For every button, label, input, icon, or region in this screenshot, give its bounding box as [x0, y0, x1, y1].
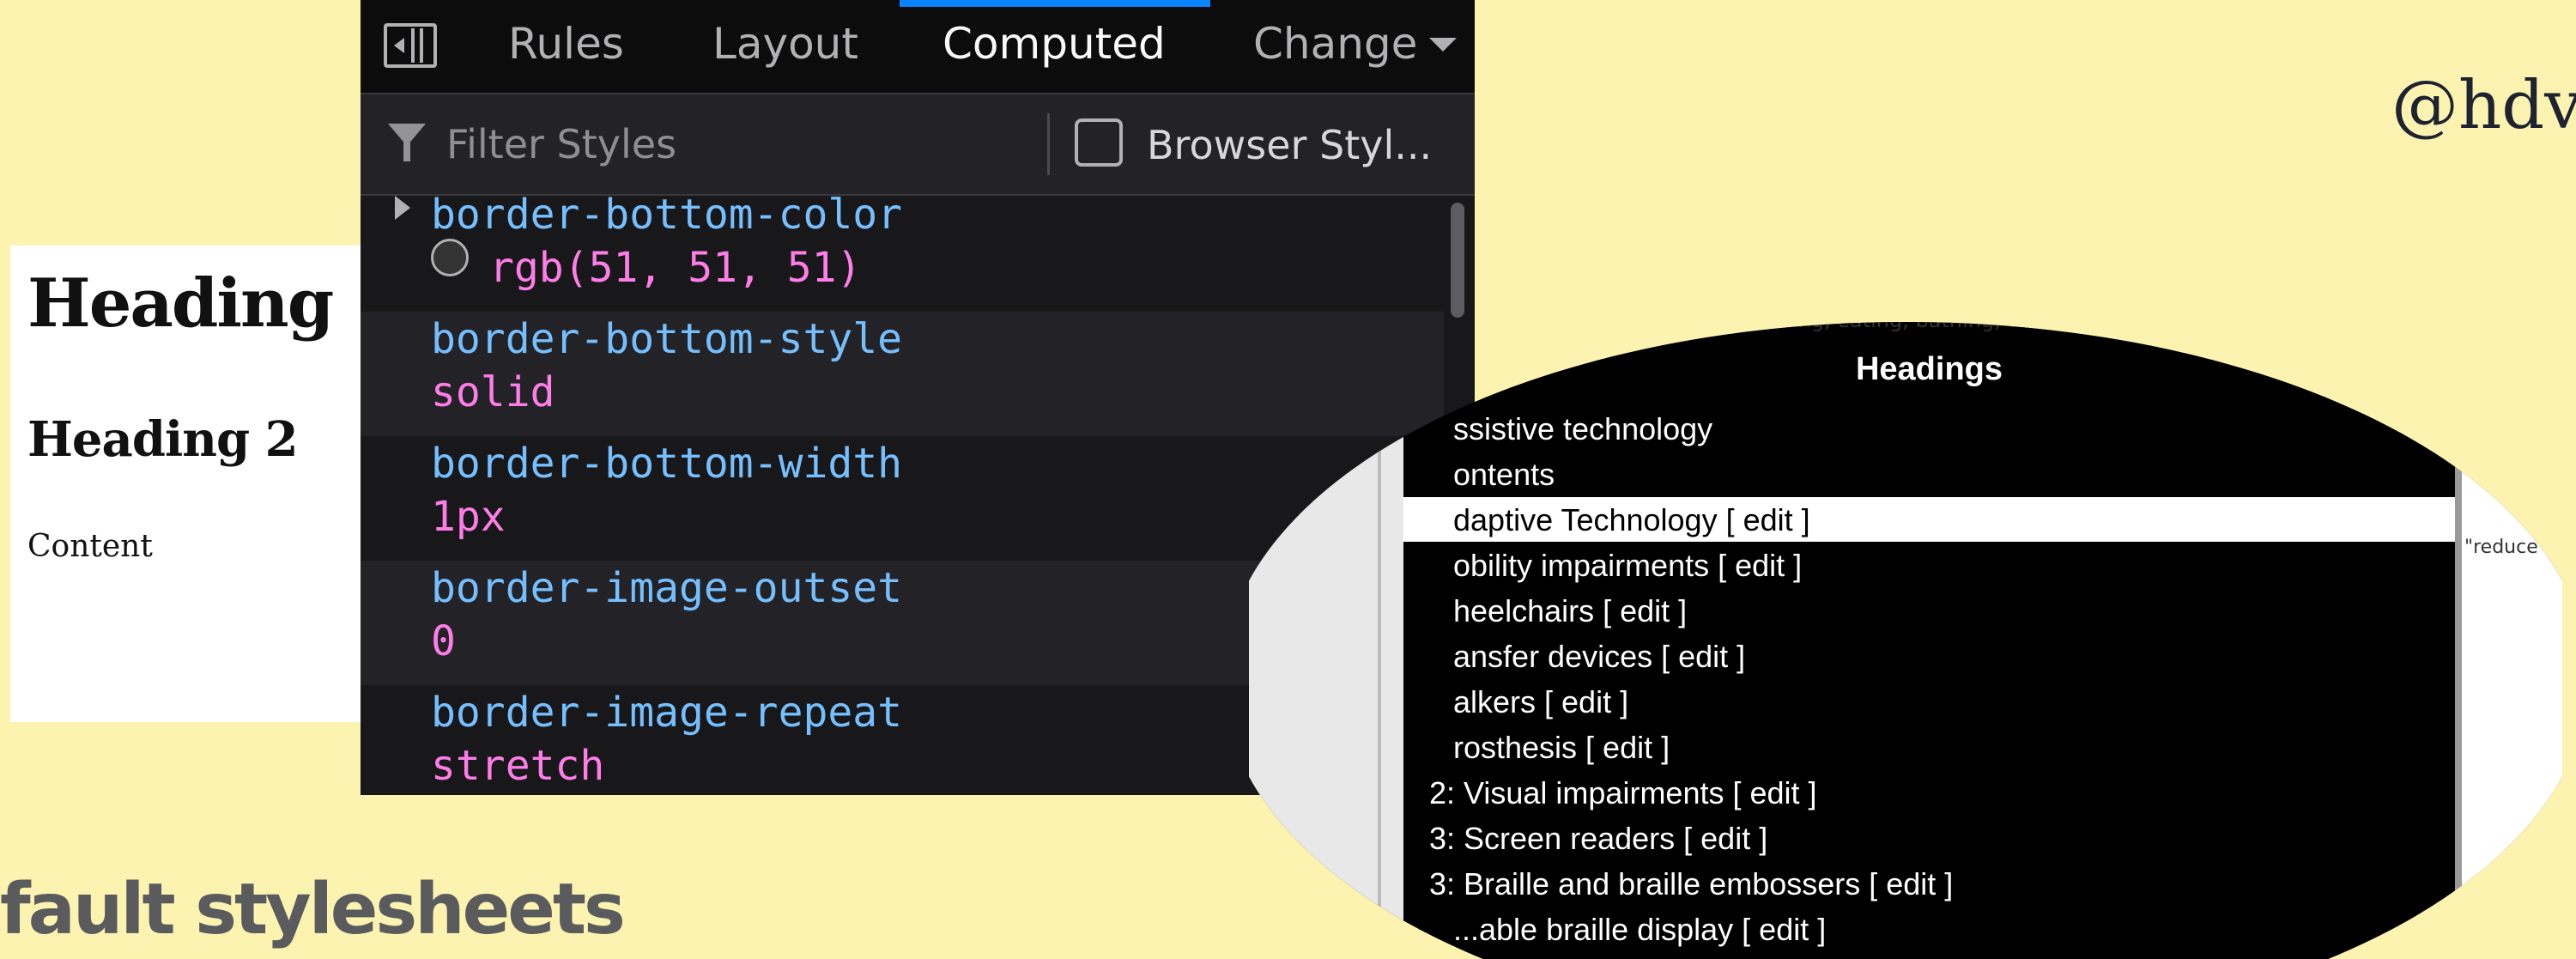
tab-computed[interactable]: Computed — [943, 19, 1166, 69]
browser-styles-checkbox[interactable] — [1075, 118, 1123, 167]
property-value: stretch — [431, 742, 605, 790]
properties-scrollbar[interactable] — [1451, 203, 1464, 318]
background-page-right — [2455, 322, 2562, 959]
property-row-border-bottom-color[interactable]: border-bottom-color rgb(51, 51, 51) — [361, 187, 1444, 312]
property-name: border-image-repeat — [431, 689, 903, 737]
property-value: 1px — [431, 493, 506, 541]
property-name: border-bottom-width — [431, 440, 903, 488]
browser-styles-label[interactable]: Browser Styl... — [1147, 122, 1458, 168]
background-page-divider — [2455, 322, 2462, 959]
heading-item[interactable]: ssistive technology — [1403, 406, 2455, 451]
property-name: border-bottom-style — [431, 315, 903, 363]
background-page-snippet: aring — [2464, 434, 2513, 455]
background-page-snippet: "reduce — [2464, 537, 2538, 558]
heading-item[interactable]: ansfer devices [ edit ] — [1403, 634, 2455, 678]
heading-item[interactable]: ontents — [1403, 452, 2455, 496]
heading-item[interactable]: heelchairs [ edit ] — [1403, 588, 2455, 633]
heading-item-selected[interactable]: daptive Technology [ edit ] — [1403, 497, 2455, 542]
sample-heading-1: Heading 1 — [27, 264, 401, 343]
property-name: border-image-outset — [431, 564, 903, 612]
slide-title: fault stylesheets — [0, 869, 626, 950]
heading-item[interactable]: ...able braille display [ edit ] — [1403, 907, 2455, 951]
property-value: solid — [431, 368, 555, 416]
filter-bar: Browser Styl... — [361, 94, 1475, 196]
color-swatch-icon[interactable] — [431, 239, 469, 276]
headings-list-screenshot: aring "reduce Headings ssistive technolo… — [1249, 322, 2562, 959]
property-value: 0 — [431, 617, 456, 665]
devtools-tab-bar: Rules Layout Computed Change — [361, 0, 1475, 94]
heading-item[interactable]: 3: Screen readers [ edit ] — [1403, 816, 2455, 860]
heading-item[interactable]: 3: Braille and braille embossers [ edit … — [1403, 861, 2455, 906]
heading-item[interactable]: obility impairments [ edit ] — [1403, 543, 2455, 587]
active-tab-indicator — [900, 0, 1210, 7]
property-value: rgb(51, 51, 51) — [489, 244, 862, 292]
twitter-handle: @hdv — [2391, 67, 2576, 144]
heading-item[interactable]: rosthesis [ edit ] — [1403, 725, 2455, 769]
tab-changes[interactable]: Change — [1253, 19, 1425, 69]
sample-content: Content — [27, 529, 153, 564]
sample-heading-2: Heading 2 — [27, 411, 299, 468]
filter-icon-stem — [403, 143, 410, 161]
toggle-sidebar-icon[interactable] — [384, 23, 437, 68]
more-tabs-chevron-icon[interactable] — [1429, 38, 1457, 52]
property-name: border-bottom-color — [431, 191, 903, 239]
heading-item[interactable]: 2: Visual impairments [ edit ] — [1403, 770, 2455, 815]
background-page-top-text: ...ing, eating, bathing, dressing and... — [1773, 322, 2160, 332]
headings-dialog: Headings ssistive technology ontents dap… — [1403, 322, 2455, 959]
tab-rules[interactable]: Rules — [508, 19, 624, 69]
heading-item[interactable]: alkers [ edit ] — [1403, 679, 2455, 724]
headings-title: Headings — [1855, 351, 2003, 387]
property-row-border-bottom-style[interactable]: border-bottom-style solid — [361, 312, 1444, 436]
expand-arrow-icon[interactable] — [395, 196, 410, 220]
filter-styles-input[interactable] — [445, 113, 963, 175]
tab-layout[interactable]: Layout — [712, 19, 858, 69]
filter-separator — [1047, 113, 1050, 175]
